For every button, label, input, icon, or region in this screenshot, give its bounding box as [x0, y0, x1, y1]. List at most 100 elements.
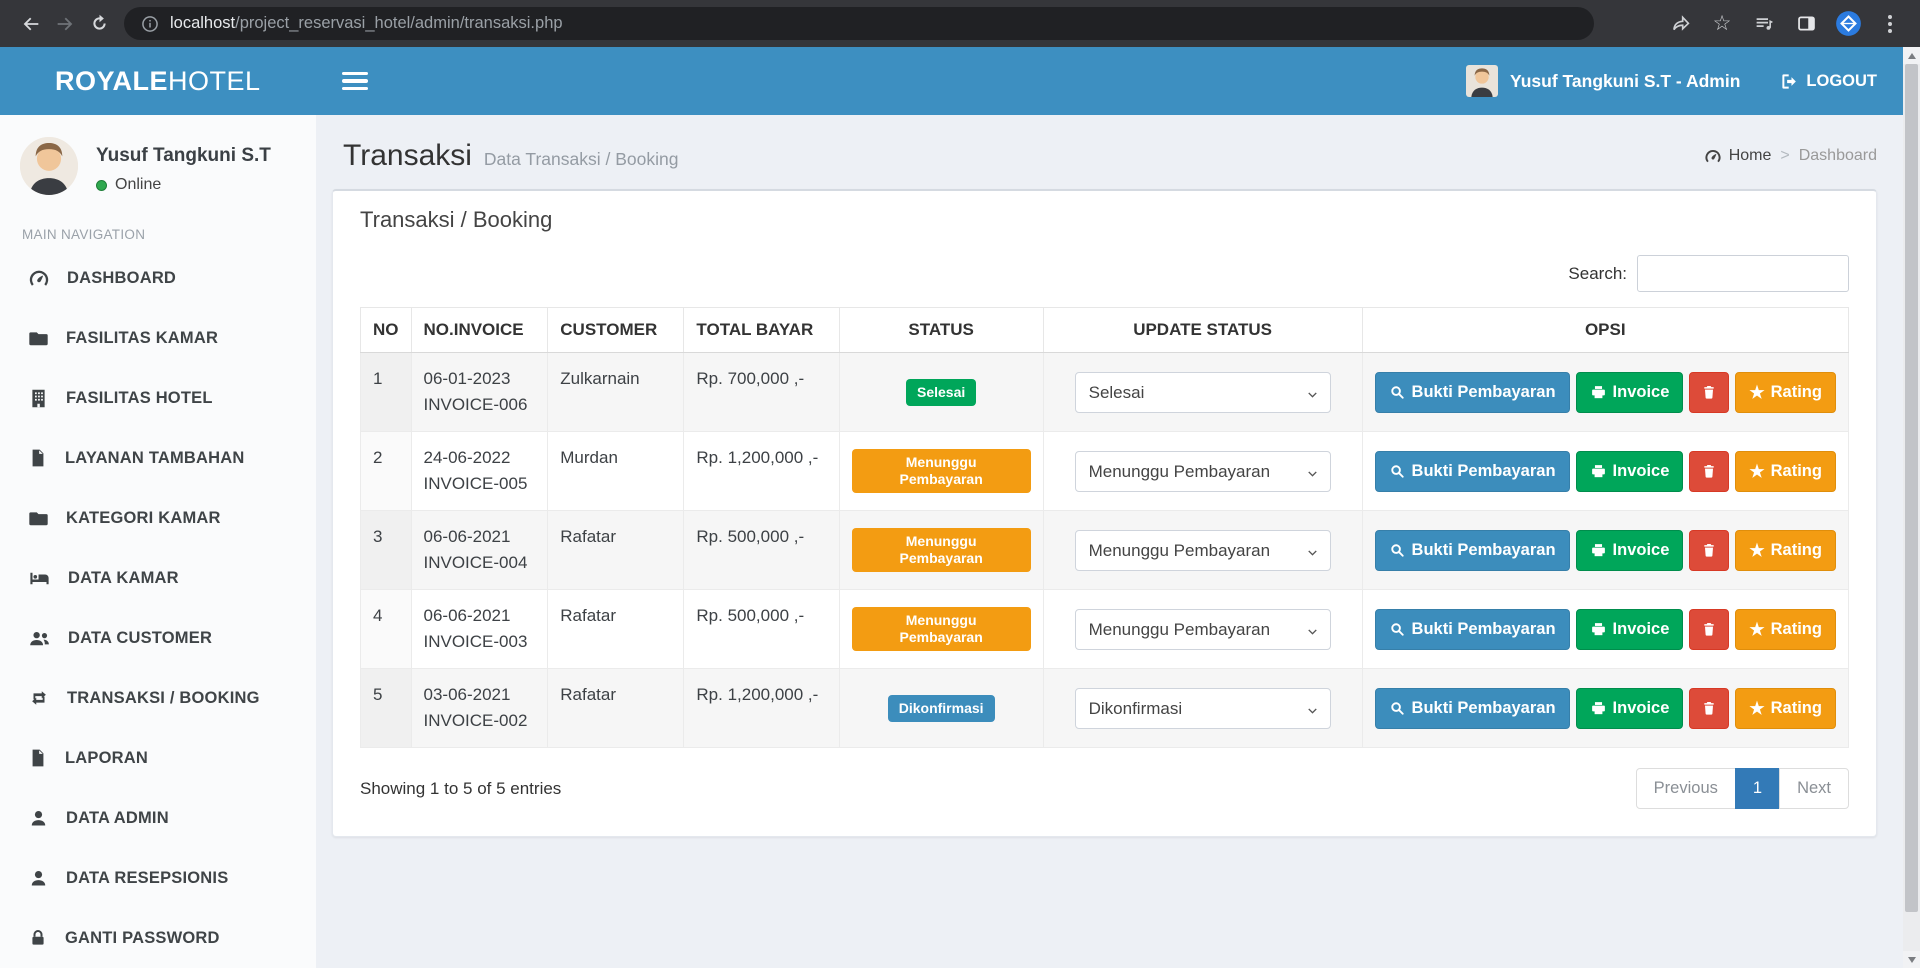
- rating-button[interactable]: ★Rating: [1735, 530, 1836, 571]
- sidebar-item-data-kamar[interactable]: DATA KAMAR: [0, 548, 316, 608]
- cell-no: 5: [361, 669, 412, 748]
- bukti-pembayaran-button[interactable]: Bukti Pembayaran: [1375, 609, 1570, 650]
- pagination-previous-button[interactable]: Previous: [1636, 768, 1736, 809]
- content-area: Transaksi Data Transaksi / Booking Home …: [316, 115, 1903, 968]
- share-icon: [1670, 13, 1691, 34]
- sidebar-item-kategori-kamar[interactable]: KATEGORI KAMAR: [0, 488, 316, 548]
- column-header-status[interactable]: STATUS: [839, 308, 1043, 353]
- sidebar-user-name: Yusuf Tangkuni S.T: [96, 145, 271, 167]
- column-header-invoice[interactable]: NO.INVOICE: [411, 308, 548, 353]
- sidebar-item-dashboard[interactable]: DASHBOARD: [0, 248, 316, 308]
- update-status-select[interactable]: Menunggu Pembayaran: [1075, 451, 1331, 492]
- bookmark-button[interactable]: ☆: [1706, 8, 1738, 40]
- card-title: Transaksi / Booking: [360, 207, 1849, 233]
- search-icon: [1389, 384, 1406, 401]
- transaksi-card: Transaksi / Booking Search: NO NO.INVOIC…: [332, 189, 1877, 837]
- delete-button[interactable]: [1689, 530, 1729, 571]
- bukti-pembayaran-button[interactable]: Bukti Pembayaran: [1375, 372, 1570, 413]
- brand-logo[interactable]: ROYALEHOTEL: [0, 66, 316, 97]
- bukti-pembayaran-button[interactable]: Bukti Pembayaran: [1375, 451, 1570, 492]
- sidebar-item-data-resepsionis[interactable]: DATA RESEPSIONIS: [0, 848, 316, 908]
- rating-button[interactable]: ★Rating: [1735, 609, 1836, 650]
- sidebar-item-fasilitas-hotel[interactable]: FASILITAS HOTEL: [0, 368, 316, 428]
- breadcrumb-home-link[interactable]: Home: [1704, 147, 1772, 165]
- user-icon: [28, 868, 49, 889]
- cell-no: 3: [361, 511, 412, 590]
- rating-button[interactable]: ★Rating: [1735, 451, 1836, 492]
- sidebar-item-fasilitas-kamar[interactable]: FASILITAS KAMAR: [0, 308, 316, 368]
- sidebar-item-laporan[interactable]: LAPORAN: [0, 728, 316, 788]
- sidebar-toggle-button[interactable]: [342, 68, 368, 95]
- sidebar-item-data-customer[interactable]: DATA CUSTOMER: [0, 608, 316, 668]
- rating-button[interactable]: ★Rating: [1735, 688, 1836, 729]
- sidebar-user-avatar: [20, 137, 78, 195]
- address-bar[interactable]: localhost/project_reservasi_hotel/admin/…: [124, 7, 1594, 40]
- delete-button[interactable]: [1689, 688, 1729, 729]
- user-icon: [28, 808, 49, 829]
- trash-icon: [1701, 621, 1717, 637]
- status-badge: Selesai: [906, 379, 976, 406]
- bed-icon: [28, 567, 51, 590]
- update-status-select[interactable]: Selesai: [1075, 372, 1331, 413]
- cell-no: 1: [361, 353, 412, 432]
- extension-button[interactable]: [1832, 8, 1864, 40]
- file-icon: [28, 748, 48, 768]
- column-header-update-status[interactable]: UPDATE STATUS: [1043, 308, 1362, 353]
- file-icon: [28, 448, 48, 468]
- browser-back-button[interactable]: [14, 7, 48, 41]
- user-status[interactable]: Online: [96, 176, 271, 194]
- browser-forward-button[interactable]: [48, 7, 82, 41]
- header-user-menu[interactable]: Yusuf Tangkuni S.T - Admin: [1466, 65, 1740, 97]
- status-badge: Menunggu Pembayaran: [852, 528, 1031, 572]
- sidebar-item-data-admin[interactable]: DATA ADMIN: [0, 788, 316, 848]
- scrollbar-up-arrow[interactable]: [1903, 47, 1920, 64]
- update-status-select[interactable]: Dikonfirmasi: [1075, 688, 1331, 729]
- sidebar-item-label: DATA ADMIN: [66, 809, 169, 828]
- window-scrollbar[interactable]: [1903, 47, 1920, 968]
- sidebar-item-label: KATEGORI KAMAR: [66, 509, 221, 528]
- column-header-opsi[interactable]: OPSI: [1362, 308, 1848, 353]
- rating-button[interactable]: ★Rating: [1735, 372, 1836, 413]
- sidebar-item-transaksi-booking[interactable]: TRANSAKSI / BOOKING: [0, 668, 316, 728]
- search-input[interactable]: [1637, 255, 1849, 292]
- table-row: 1 06-01-2023INVOICE-006 Zulkarnain Rp. 7…: [361, 353, 1849, 432]
- trash-icon: [1701, 463, 1717, 479]
- invoice-button[interactable]: Invoice: [1576, 530, 1684, 571]
- pagination-page-1-button[interactable]: 1: [1735, 768, 1780, 809]
- column-header-total[interactable]: TOTAL BAYAR: [684, 308, 839, 353]
- trash-icon: [1701, 384, 1717, 400]
- sidebar-item-layanan-tambahan[interactable]: LAYANAN TAMBAHAN: [0, 428, 316, 488]
- url-host: localhost: [170, 14, 235, 32]
- share-button[interactable]: [1664, 8, 1696, 40]
- logout-button[interactable]: LOGOUT: [1780, 72, 1877, 91]
- column-header-no[interactable]: NO: [361, 308, 412, 353]
- scrollbar-down-arrow[interactable]: [1903, 951, 1920, 968]
- site-info-icon[interactable]: [140, 14, 160, 34]
- invoice-button[interactable]: Invoice: [1576, 451, 1684, 492]
- delete-button[interactable]: [1689, 609, 1729, 650]
- invoice-button[interactable]: Invoice: [1576, 688, 1684, 729]
- scrollbar-thumb[interactable]: [1905, 64, 1918, 912]
- bukti-pembayaran-button[interactable]: Bukti Pembayaran: [1375, 688, 1570, 729]
- column-header-customer[interactable]: CUSTOMER: [548, 308, 684, 353]
- building-icon: [28, 388, 49, 409]
- sidebar-item-ganti-password[interactable]: GANTI PASSWORD: [0, 908, 316, 968]
- invoice-button[interactable]: Invoice: [1576, 372, 1684, 413]
- side-panel-button[interactable]: [1790, 8, 1822, 40]
- update-status-select[interactable]: Menunggu Pembayaran: [1075, 530, 1331, 571]
- cell-total: Rp. 500,000 ,-: [684, 590, 839, 669]
- pagination-next-button[interactable]: Next: [1779, 768, 1849, 809]
- bukti-pembayaran-button[interactable]: Bukti Pembayaran: [1375, 530, 1570, 571]
- delete-button[interactable]: [1689, 372, 1729, 413]
- app-header: ROYALEHOTEL Yusuf Tangkuni S.T - Admin L…: [0, 47, 1903, 115]
- media-controls-button[interactable]: [1748, 8, 1780, 40]
- browser-menu-button[interactable]: [1874, 8, 1906, 40]
- cell-customer: Rafatar: [548, 669, 684, 748]
- cell-no: 4: [361, 590, 412, 669]
- delete-button[interactable]: [1689, 451, 1729, 492]
- side-panel-icon: [1796, 13, 1817, 34]
- update-status-select[interactable]: Menunggu Pembayaran: [1075, 609, 1331, 650]
- sidebar-item-label: DASHBOARD: [67, 269, 176, 288]
- invoice-button[interactable]: Invoice: [1576, 609, 1684, 650]
- browser-reload-button[interactable]: [82, 7, 116, 41]
